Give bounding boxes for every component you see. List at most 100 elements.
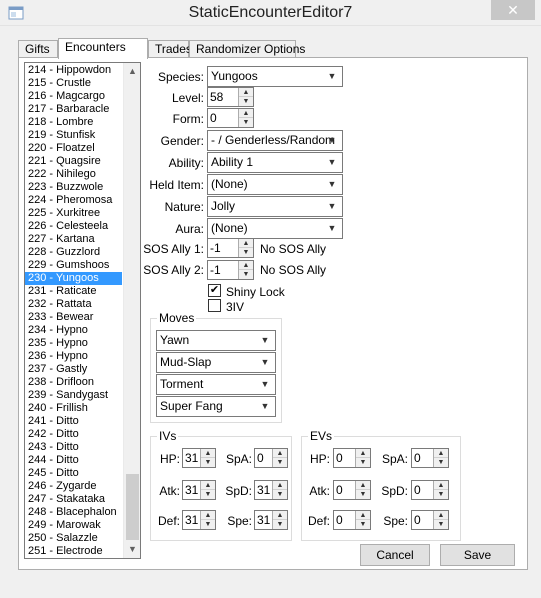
spin-up-icon[interactable]: ▲ bbox=[201, 449, 215, 458]
list-item[interactable]: 245 - Ditto bbox=[25, 467, 122, 480]
nature-combo[interactable]: Jolly ▼ bbox=[207, 196, 343, 217]
list-item[interactable]: 221 - Quagsire bbox=[25, 155, 122, 168]
move-2-combo[interactable]: Mud-Slap ▼ bbox=[156, 352, 276, 373]
scroll-down-icon[interactable]: ▼ bbox=[124, 541, 140, 558]
list-item[interactable]: 237 - Gastly bbox=[25, 363, 122, 376]
list-item[interactable]: 240 - Frillish bbox=[25, 402, 122, 415]
list-item[interactable]: 217 - Barbaracle bbox=[25, 103, 122, 116]
list-item[interactable]: 226 - Celesteela bbox=[25, 220, 122, 233]
scroll-up-icon[interactable]: ▲ bbox=[124, 63, 140, 80]
move-4-combo[interactable]: Super Fang ▼ bbox=[156, 396, 276, 417]
ev-atk-stepper[interactable]: 0 ▲ ▼ bbox=[333, 480, 371, 500]
tab-gifts[interactable]: Gifts bbox=[18, 40, 58, 58]
save-button[interactable]: Save bbox=[440, 544, 515, 566]
list-item[interactable]: 218 - Lombre bbox=[25, 116, 122, 129]
encounter-listbox[interactable]: 214 - Hippowdon 215 - Crustle 216 - Magcar… bbox=[24, 62, 141, 559]
spin-down-icon[interactable]: ▼ bbox=[201, 520, 215, 529]
ev-spe-stepper[interactable]: 0 ▲ ▼ bbox=[411, 510, 449, 530]
list-item[interactable]: 250 - Salazzle bbox=[25, 532, 122, 545]
ev-spa-stepper[interactable]: 0 ▲ ▼ bbox=[411, 448, 449, 468]
list-item[interactable]: 236 - Hypno bbox=[25, 350, 122, 363]
list-item[interactable]: 246 - Zygarde bbox=[25, 480, 122, 493]
list-item[interactable]: 227 - Kartana bbox=[25, 233, 122, 246]
list-item[interactable]: 225 - Xurkitree bbox=[25, 207, 122, 220]
spin-down-icon[interactable]: ▼ bbox=[356, 490, 370, 499]
list-scrollbar[interactable]: ▲ ▼ bbox=[123, 63, 140, 558]
iv-def-stepper[interactable]: 31 ▲ ▼ bbox=[182, 510, 216, 530]
list-item[interactable]: 248 - Blacephalon bbox=[25, 506, 122, 519]
held-item-combo[interactable]: (None) ▼ bbox=[207, 174, 343, 195]
spin-down-icon[interactable]: ▼ bbox=[239, 270, 253, 279]
move-3-combo[interactable]: Torment ▼ bbox=[156, 374, 276, 395]
tab-trades[interactable]: Trades bbox=[148, 40, 192, 58]
spin-down-icon[interactable]: ▼ bbox=[239, 118, 253, 127]
spin-up-icon[interactable]: ▲ bbox=[434, 449, 448, 458]
spin-down-icon[interactable]: ▼ bbox=[434, 490, 448, 499]
spin-down-icon[interactable]: ▼ bbox=[434, 458, 448, 467]
spin-up-icon[interactable]: ▲ bbox=[356, 481, 370, 490]
iv-spd-stepper[interactable]: 31 ▲ ▼ bbox=[254, 480, 288, 500]
spin-up-icon[interactable]: ▲ bbox=[434, 511, 448, 520]
sos-ally-1-stepper[interactable]: -1 ▲ ▼ bbox=[207, 238, 254, 258]
iv-atk-stepper[interactable]: 31 ▲ ▼ bbox=[182, 480, 216, 500]
ev-spd-stepper[interactable]: 0 ▲ ▼ bbox=[411, 480, 449, 500]
spin-up-icon[interactable]: ▲ bbox=[273, 481, 287, 490]
shiny-lock-checkbox[interactable]: ✔ bbox=[208, 284, 221, 297]
spin-up-icon[interactable]: ▲ bbox=[273, 511, 287, 520]
cancel-button[interactable]: Cancel bbox=[360, 544, 430, 566]
list-item[interactable]: 230 - Yungoos bbox=[25, 272, 122, 285]
scroll-thumb[interactable] bbox=[126, 474, 139, 540]
iv-spe-stepper[interactable]: 31 ▲ ▼ bbox=[254, 510, 288, 530]
list-item[interactable]: 233 - Bewear bbox=[25, 311, 122, 324]
spin-down-icon[interactable]: ▼ bbox=[273, 520, 287, 529]
list-item[interactable]: 234 - Hypno bbox=[25, 324, 122, 337]
list-item[interactable]: 224 - Pheromosa bbox=[25, 194, 122, 207]
list-item[interactable]: 244 - Ditto bbox=[25, 454, 122, 467]
list-item[interactable]: 238 - Drifloon bbox=[25, 376, 122, 389]
tab-encounters[interactable]: Encounters bbox=[58, 38, 148, 59]
spin-down-icon[interactable]: ▼ bbox=[356, 520, 370, 529]
move-1-combo[interactable]: Yawn ▼ bbox=[156, 330, 276, 351]
spin-down-icon[interactable]: ▼ bbox=[239, 97, 253, 106]
gender-combo[interactable]: - / Genderless/Random ▼ bbox=[207, 130, 343, 151]
list-item[interactable]: 228 - Guzzlord bbox=[25, 246, 122, 259]
tab-randomizer-options[interactable]: Randomizer Options bbox=[189, 40, 305, 58]
aura-combo[interactable]: (None) ▼ bbox=[207, 218, 343, 239]
list-item[interactable]: 214 - Hippowdon bbox=[25, 64, 122, 77]
list-item[interactable]: 223 - Buzzwole bbox=[25, 181, 122, 194]
list-item[interactable]: 243 - Ditto bbox=[25, 441, 122, 454]
list-item[interactable]: 229 - Gumshoos bbox=[25, 259, 122, 272]
iv-spa-stepper[interactable]: 0 ▲ ▼ bbox=[254, 448, 288, 468]
spin-up-icon[interactable]: ▲ bbox=[201, 511, 215, 520]
spin-up-icon[interactable]: ▲ bbox=[201, 481, 215, 490]
spin-up-icon[interactable]: ▲ bbox=[239, 239, 253, 248]
ev-def-stepper[interactable]: 0 ▲ ▼ bbox=[333, 510, 371, 530]
list-item[interactable]: 222 - Nihilego bbox=[25, 168, 122, 181]
spin-down-icon[interactable]: ▼ bbox=[201, 458, 215, 467]
list-item[interactable]: 251 - Electrode bbox=[25, 545, 122, 558]
spin-up-icon[interactable]: ▲ bbox=[273, 449, 287, 458]
spin-up-icon[interactable]: ▲ bbox=[239, 109, 253, 118]
spin-down-icon[interactable]: ▼ bbox=[273, 458, 287, 467]
list-item[interactable]: 231 - Raticate bbox=[25, 285, 122, 298]
species-combo[interactable]: Yungoos ▼ bbox=[207, 66, 343, 87]
spin-up-icon[interactable]: ▲ bbox=[239, 261, 253, 270]
list-item[interactable]: 215 - Crustle bbox=[25, 77, 122, 90]
spin-down-icon[interactable]: ▼ bbox=[356, 458, 370, 467]
list-item[interactable]: 220 - Floatzel bbox=[25, 142, 122, 155]
list-item[interactable]: 247 - Stakataka bbox=[25, 493, 122, 506]
list-item[interactable]: 242 - Ditto bbox=[25, 428, 122, 441]
sos-ally-2-stepper[interactable]: -1 ▲ ▼ bbox=[207, 260, 254, 280]
close-button[interactable]: ✕ bbox=[491, 0, 535, 20]
spin-up-icon[interactable]: ▲ bbox=[434, 481, 448, 490]
list-item[interactable]: 249 - Marowak bbox=[25, 519, 122, 532]
ev-hp-stepper[interactable]: 0 ▲ ▼ bbox=[333, 448, 371, 468]
level-stepper[interactable]: 58 ▲ ▼ bbox=[207, 87, 254, 107]
spin-up-icon[interactable]: ▲ bbox=[356, 511, 370, 520]
spin-up-icon[interactable]: ▲ bbox=[239, 88, 253, 97]
spin-down-icon[interactable]: ▼ bbox=[434, 520, 448, 529]
list-item[interactable]: 239 - Sandygast bbox=[25, 389, 122, 402]
list-item[interactable]: 232 - Rattata bbox=[25, 298, 122, 311]
list-item[interactable]: 241 - Ditto bbox=[25, 415, 122, 428]
spin-down-icon[interactable]: ▼ bbox=[239, 248, 253, 257]
